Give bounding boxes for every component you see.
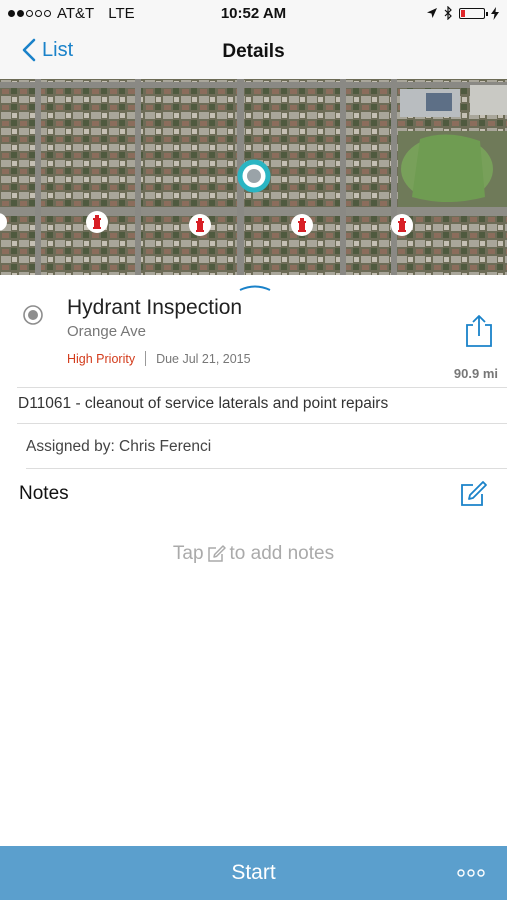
hydrant-marker[interactable] [86,211,108,233]
work-order-title: Hydrant Inspection [67,296,243,319]
work-order-location: Orange Ave [67,323,146,340]
share-button[interactable] [463,314,495,348]
hint-prefix: Tap [172,543,204,564]
work-order-meta: High Priority Due Jul 21, 2015 [67,351,251,366]
add-notes-hint[interactable]: Tap to add notes [0,543,507,565]
navigation-bar: List Details [0,28,507,79]
map-view[interactable] [0,79,507,275]
pull-handle-icon[interactable] [238,282,272,292]
distance-label: 90.9 mi [453,366,498,381]
compose-icon [461,481,487,506]
page-title: Details [222,41,285,62]
divider [17,423,507,424]
priority-label: High Priority [67,351,136,366]
edit-notes-button[interactable] [459,480,489,508]
divider [26,468,507,469]
start-button[interactable]: Start [0,846,507,900]
selected-location-marker[interactable] [237,159,271,193]
share-icon [466,315,492,347]
status-icons [426,6,499,20]
notes-heading: Notes [19,483,69,504]
charging-icon [491,6,499,20]
bluetooth-icon [444,6,452,20]
compose-icon [207,545,226,562]
hydrant-marker[interactable] [391,214,413,236]
status-bar: AT&T LTE 10:52 AM [0,0,507,28]
more-options-icon[interactable] [457,865,485,881]
hydrant-marker[interactable] [291,214,313,236]
bottom-action-bar: Start [0,846,507,900]
status-indicator-icon [23,305,43,325]
due-date: Due Jul 21, 2015 [156,351,251,366]
work-order-description: D11061 - cleanout of service laterals an… [18,395,389,412]
divider [17,387,507,388]
hint-suffix: to add notes [229,543,335,564]
hydrant-marker[interactable] [189,214,211,236]
battery-icon [459,7,488,19]
meta-divider [145,351,147,366]
assigned-by: Assigned by: Chris Ferenci [26,438,212,455]
location-arrow-icon [427,8,437,18]
